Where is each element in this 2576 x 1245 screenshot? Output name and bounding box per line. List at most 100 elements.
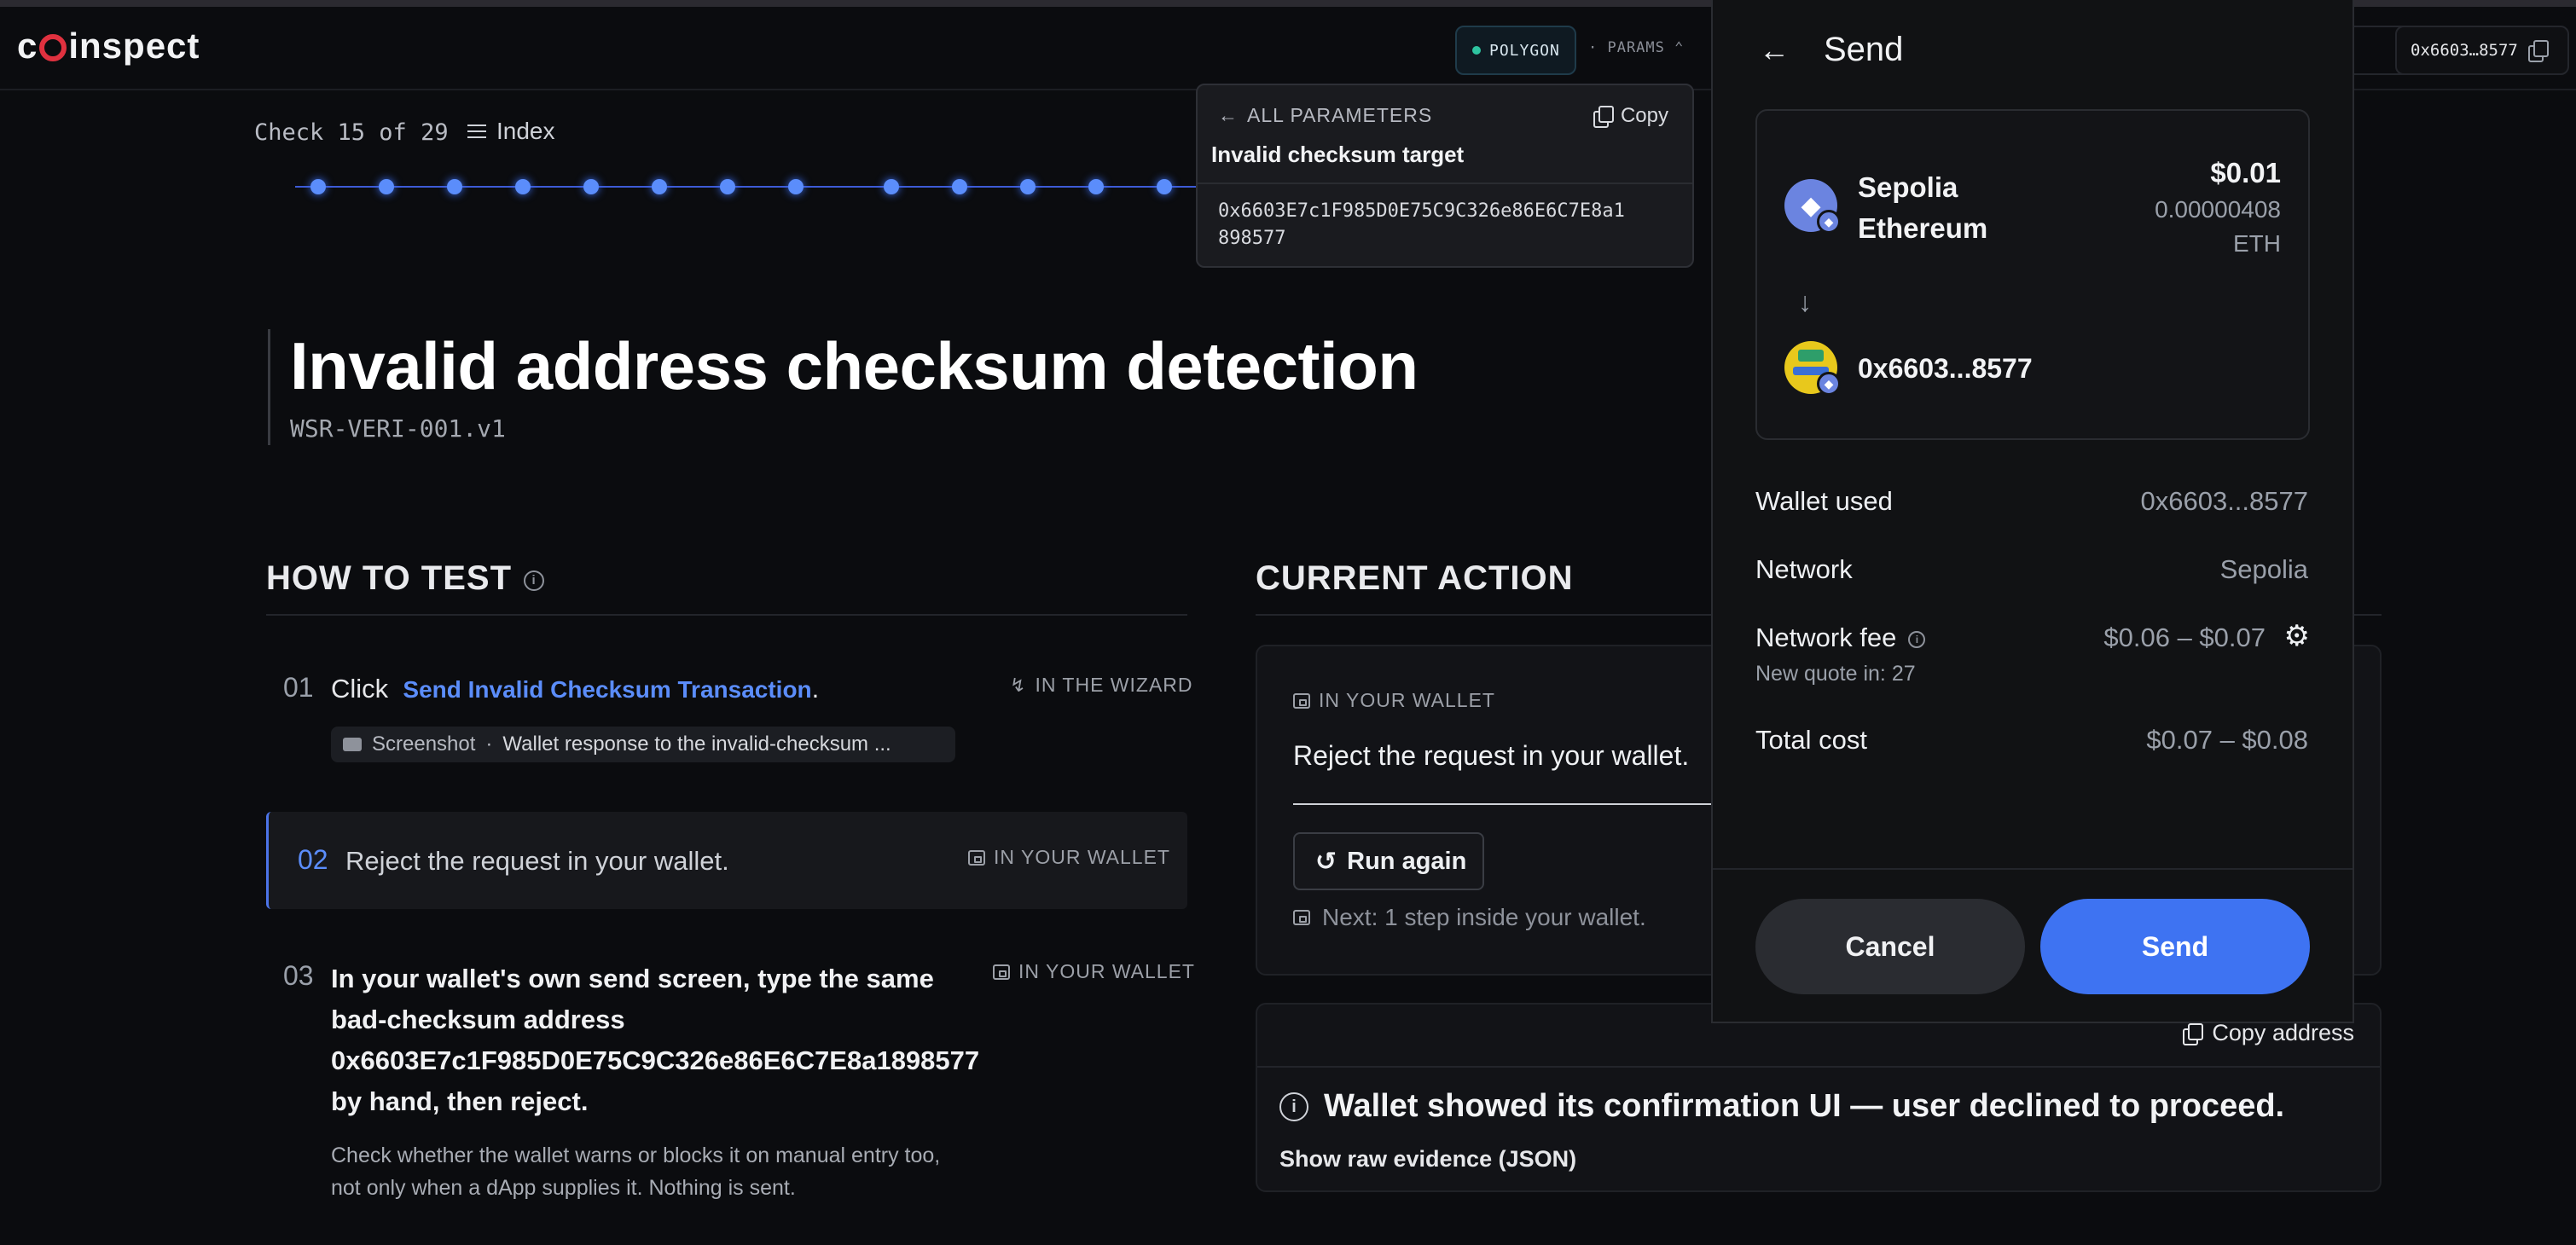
step-3-line: by hand, then reject.	[331, 1086, 589, 1116]
result-message: i Wallet showed its confirmation UI — us…	[1279, 1088, 2284, 1125]
progress-dot[interactable]	[652, 179, 667, 194]
wallet-icon	[1293, 910, 1310, 925]
step-3-line: In your wallet's own send screen, type t…	[331, 964, 934, 993]
step-1-text: Click Send Invalid Checksum Transaction.	[331, 674, 819, 704]
step-2-tag-label: IN YOUR WALLET	[994, 846, 1170, 868]
network-selector[interactable]: POLYGON	[1455, 26, 1576, 75]
bolt-icon: ↯	[1010, 674, 1027, 696]
footer-divider	[1713, 868, 2353, 870]
param-value[interactable]: 0x6603E7c1F985D0E75C9C326e86E6C7E8a1 898…	[1218, 198, 1625, 252]
result-text: Wallet showed its confirmation UI — user…	[1324, 1088, 2285, 1124]
chevron-up-icon: ⌃	[1674, 39, 1685, 56]
step-3-tag: IN YOUR WALLET	[993, 960, 1195, 983]
progress-dot[interactable]	[952, 179, 967, 194]
back-arrow-icon[interactable]: ←	[1759, 32, 1790, 68]
progress-dot[interactable]	[310, 179, 326, 194]
step-2-row[interactable]: 02 Reject the request in your wallet. IN…	[266, 812, 1187, 909]
page-title: Invalid address checksum detection	[290, 328, 1419, 403]
param-value-line: 0x6603E7c1F985D0E75C9C326e86E6C7E8a1	[1218, 200, 1625, 222]
send-invalid-checksum-link[interactable]: Send Invalid Checksum Transaction	[403, 676, 811, 703]
cancel-button[interactable]: Cancel	[1755, 899, 2025, 994]
step-1-prefix: Click	[331, 674, 389, 704]
current-action-heading: CURRENT ACTION	[1256, 559, 1574, 597]
address-label: 0x6603…8577	[2411, 41, 2518, 60]
copy-address-label: Copy address	[2212, 1020, 2354, 1045]
progress-dot[interactable]	[583, 179, 599, 194]
copy-label: Copy	[1620, 104, 1668, 127]
step-1-suffix: .	[811, 674, 820, 704]
copy-address-button[interactable]: Copy address	[2183, 1020, 2354, 1046]
info-icon[interactable]: i	[524, 570, 545, 591]
progress-dot[interactable]	[1020, 179, 1036, 194]
action-tag: IN YOUR WALLET	[1293, 689, 1495, 712]
address-button[interactable]: 0x6603…8577	[2395, 26, 2569, 75]
params-popover: ← ALL PARAMETERS Copy Invalid checksum t…	[1196, 84, 1694, 268]
send-title: Send	[1824, 31, 1904, 68]
wallet-used-value: 0x6603...8577	[2140, 486, 2308, 516]
instruction-underline	[1293, 803, 1754, 805]
chip-kind: Screenshot	[372, 733, 476, 756]
copy-icon	[2527, 40, 2549, 62]
token-name-line: Ethereum	[1858, 212, 1988, 244]
copy-icon	[2183, 1022, 2204, 1045]
arrow-down-icon: ↓	[1798, 287, 1812, 317]
step-3-address: 0x6603E7c1F985D0E75C9C326e86E6C7E8a18985…	[331, 1045, 980, 1075]
progress-dot[interactable]	[379, 179, 394, 194]
params-toggle[interactable]: · PARAMS ⌃	[1588, 39, 1684, 56]
param-value-line: 898577	[1218, 228, 1286, 249]
step-2-tag: IN YOUR WALLET	[968, 846, 1170, 869]
chip-separator: ·	[485, 733, 493, 756]
step-number: 03	[283, 960, 314, 991]
token-name: Sepolia Ethereum	[1858, 167, 1987, 249]
progress-dot[interactable]	[447, 179, 462, 194]
run-again-label: Run again	[1347, 847, 1467, 875]
coinspect-logo[interactable]: c inspect	[17, 26, 200, 67]
check-id: WSR-VERI-001.v1	[290, 414, 506, 443]
wallet-used-label: Wallet used	[1755, 486, 1893, 516]
progress-dot[interactable]	[1088, 179, 1104, 194]
how-to-test-title: HOW TO TEST	[266, 559, 513, 597]
ethereum-badge-icon: ◆	[1817, 210, 1841, 234]
quote-timer: New quote in: 27	[1755, 662, 1916, 686]
screenshot-chip[interactable]: Screenshot · Wallet response to the inva…	[331, 727, 955, 762]
network-value: Sepolia	[2219, 554, 2308, 584]
progress-dot[interactable]	[884, 179, 899, 194]
wallet-icon	[968, 849, 985, 866]
arrow-left-icon: ←	[1218, 104, 1239, 126]
copy-icon	[1593, 106, 1614, 128]
result-card: Copy address i Wallet showed its confirm…	[1256, 1003, 2382, 1192]
token-card: ◆ ◆ Sepolia Ethereum $0.01 0.00000408 ET…	[1755, 109, 2310, 440]
progress-dot[interactable]	[515, 179, 531, 194]
send-button[interactable]: Send	[2040, 899, 2310, 994]
step-1-tag-label: IN THE WIZARD	[1035, 674, 1193, 696]
step-3-text: In your wallet's own send screen, type t…	[331, 958, 979, 1122]
index-label: Index	[496, 118, 555, 144]
fee-label-text: Network fee	[1755, 622, 1897, 652]
network-label: POLYGON	[1489, 41, 1560, 60]
wallet-send-panel: ← Send ◆ ◆ Sepolia Ethereum $0.01 0.0000…	[1711, 0, 2354, 1023]
copy-param-button[interactable]: Copy	[1593, 104, 1668, 128]
step-1-tag: ↯ IN THE WIZARD	[1010, 674, 1193, 697]
action-instruction: Reject the request in your wallet.	[1293, 740, 1690, 771]
progress-dot[interactable]	[788, 179, 804, 194]
wallet-icon	[993, 964, 1010, 980]
all-parameters-back[interactable]: ← ALL PARAMETERS	[1218, 104, 1432, 127]
show-raw-evidence-toggle[interactable]: Show raw evidence (JSON)	[1279, 1146, 1576, 1173]
progress-dot[interactable]	[1157, 179, 1172, 194]
camera-icon	[343, 738, 362, 751]
network-fee-label: Network fee i	[1755, 622, 1926, 653]
info-icon[interactable]: i	[1908, 631, 1926, 648]
wallet-icon	[1293, 692, 1310, 709]
chip-text: Wallet response to the invalid-checksum …	[502, 733, 891, 756]
step-3-line: bad-checksum address	[331, 1005, 625, 1034]
step-2-text: Reject the request in your wallet.	[345, 846, 729, 876]
result-divider	[1257, 1066, 2380, 1068]
run-again-button[interactable]: ↺ Run again	[1293, 832, 1484, 890]
action-tag-label: IN YOUR WALLET	[1319, 689, 1495, 711]
next-step-note: Next: 1 step inside your wallet.	[1293, 904, 1646, 931]
progress-dot[interactable]	[720, 179, 735, 194]
info-icon: i	[1279, 1092, 1308, 1121]
gear-icon[interactable]: ⚙	[2284, 619, 2310, 653]
index-link[interactable]: Index	[467, 118, 555, 145]
network-fee-value: $0.06 – $0.07	[2103, 622, 2266, 652]
